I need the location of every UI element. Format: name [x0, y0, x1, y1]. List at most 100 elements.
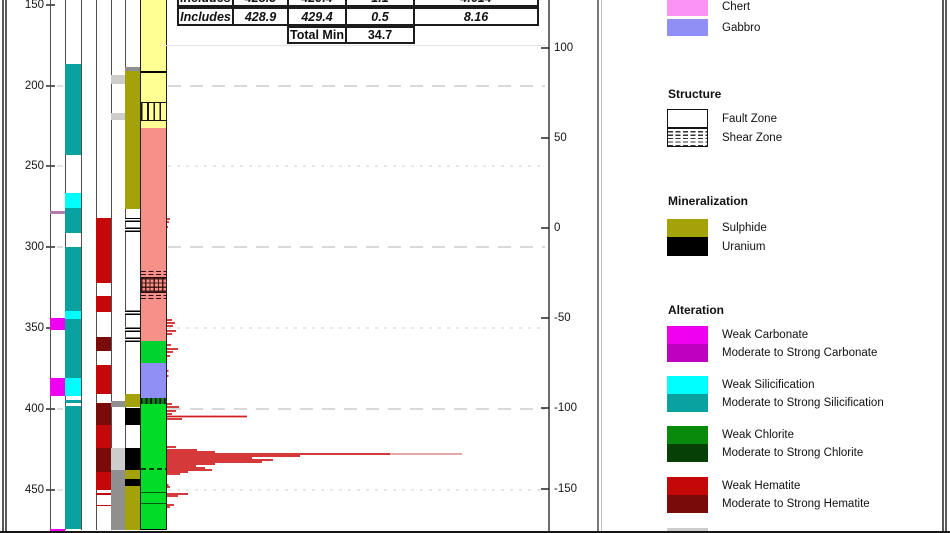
track-border: [50, 0, 51, 530]
table-faint-rule: [163, 45, 546, 46]
hematite-alteration-segment: [96, 425, 111, 448]
legend-item-label: Moderate to Strong Hematite: [722, 497, 870, 511]
hematite-alteration-segment: [96, 403, 111, 425]
legend-item-label: Gabbro: [722, 21, 760, 35]
table-cell: 428.9: [232, 7, 289, 26]
legend-swatch-strong: [667, 444, 708, 462]
legend-swatch-weak: [667, 477, 708, 495]
legend-item-label: Moderate to Strong Silicification: [722, 396, 884, 410]
legend-item-label: Moderate to Strong Carbonate: [722, 346, 877, 360]
legend-swatch-shear: [667, 128, 708, 147]
table-cell: Includes: [177, 0, 234, 7]
legend-item-label: Weak Silicification: [722, 378, 814, 392]
mineralization-track-segment: [125, 227, 140, 232]
elevation-axis-label: 0: [554, 221, 594, 235]
legend-section-header: Alteration: [668, 303, 724, 317]
mineralization-track-segment: [125, 327, 140, 332]
legend-item-label: Shear Zone: [722, 131, 782, 145]
legend-swatch-strong: [667, 344, 708, 362]
carbonate-alteration-segment: [50, 378, 65, 396]
lithology-track-segment: [141, 269, 167, 275]
legend-swatch: [667, 219, 708, 237]
legend-divider-light: [601, 0, 602, 533]
silicification-alteration-segment: [65, 64, 81, 155]
mineralization-track-segment: [125, 310, 140, 315]
mineralization-track-segment: [125, 218, 140, 223]
page-border-right-outer: [945, 0, 947, 533]
mineralization-track-segment: [125, 470, 140, 479]
silicification-alteration-segment: [65, 193, 81, 208]
track-border: [81, 0, 82, 530]
lithology-track-segment: [141, 128, 167, 341]
silicification-alteration-segment: [65, 400, 81, 404]
lithology-track-segment: [141, 277, 167, 293]
elevation-axis-label: -150: [554, 482, 594, 496]
lithology-track-segment: [141, 71, 167, 73]
page-border-right-inner: [942, 0, 944, 533]
intercept-table: Includes428.5429.41.14.614Includes428.94…: [0, 0, 597, 60]
depth-axis-label: 350: [0, 321, 44, 335]
legend-panel: Chert Gabbro StructureFault Zone Shear Zone…: [600, 0, 942, 533]
hematite-alteration-segment: [96, 365, 111, 394]
hematite-alteration-segment: [96, 493, 111, 495]
legend-item-label: Weak Hematite: [722, 479, 800, 493]
silicification-alteration-segment: [65, 319, 81, 378]
legend-item-label: Weak Chlorite: [722, 428, 794, 442]
structure-track-segment: [111, 401, 125, 407]
legend-item-label: Weak Carbonate: [722, 328, 808, 342]
hematite-alteration-segment: [96, 472, 111, 490]
depth-axis-label: 400: [0, 402, 44, 416]
legend-item-label: Sulphide: [722, 221, 767, 235]
depth-axis-label: 250: [0, 159, 44, 173]
elevation-axis-label: 100: [554, 41, 594, 55]
lithology-track-segment: [141, 363, 167, 398]
structure-track-segment: [111, 75, 125, 84]
elevation-axis-label: 50: [554, 131, 594, 145]
depth-axis-label: 450: [0, 483, 44, 497]
legend-swatch: [667, 0, 708, 16]
lithology-track-segment: [141, 102, 167, 121]
hematite-alteration-segment: [96, 218, 111, 283]
depth-axis-label: 200: [0, 79, 44, 93]
elevation-axis-label: -100: [554, 401, 594, 415]
mineralization-track-segment: [125, 448, 140, 470]
structure-track-segment: [111, 113, 125, 120]
lithology-track-segment: [141, 503, 167, 504]
table-total-value-cell: 34.7: [345, 26, 415, 44]
lithology-track-segment: [141, 293, 167, 299]
striplog-panel: [0, 0, 597, 533]
legend-item-label: Moderate to Strong Chlorite: [722, 446, 863, 460]
lithology-track-segment: [141, 341, 167, 363]
legend-item-label: Chert: [722, 0, 750, 14]
table-cell: 0.5: [345, 7, 415, 26]
legend-swatch: [667, 237, 708, 256]
mineralization-track-segment: [125, 71, 140, 209]
legend-swatch-weak: [667, 326, 708, 344]
mineralization-track-segment: [125, 486, 140, 530]
legend-swatch-strong: [667, 394, 708, 412]
table-cell: 428.5: [232, 0, 289, 7]
lithology-track-segment: [141, 529, 167, 531]
elevation-axis-label: -50: [554, 311, 594, 325]
table-cell: 429.4: [287, 0, 347, 7]
carbonate-alteration-segment: [50, 211, 65, 214]
table-cell: 1.1: [345, 0, 415, 7]
silicification-alteration-segment: [65, 247, 81, 311]
legend-section-header: Structure: [668, 87, 721, 101]
table-total-label-cell: Total Min: [287, 26, 347, 44]
lithology-border-right: [166, 0, 167, 530]
hematite-alteration-segment: [96, 337, 111, 351]
mineralization-track-segment: [125, 394, 140, 407]
legend-swatch-strong: [667, 495, 708, 513]
striplog-page: Chert Gabbro StructureFault Zone Shear Zone…: [0, 0, 950, 533]
legend-item-label: Fault Zone: [722, 112, 777, 126]
carbonate-alteration-segment: [50, 318, 65, 330]
legend-divider: [597, 0, 599, 533]
legend-swatch: [667, 19, 708, 36]
hematite-alteration-segment: [96, 296, 111, 312]
table-cell: 4.614: [413, 0, 539, 7]
legend-swatch-weak: [667, 426, 708, 444]
silicification-alteration-segment: [65, 208, 81, 233]
legend-swatch-fault: [667, 109, 708, 128]
depth-axis-label: 300: [0, 240, 44, 254]
